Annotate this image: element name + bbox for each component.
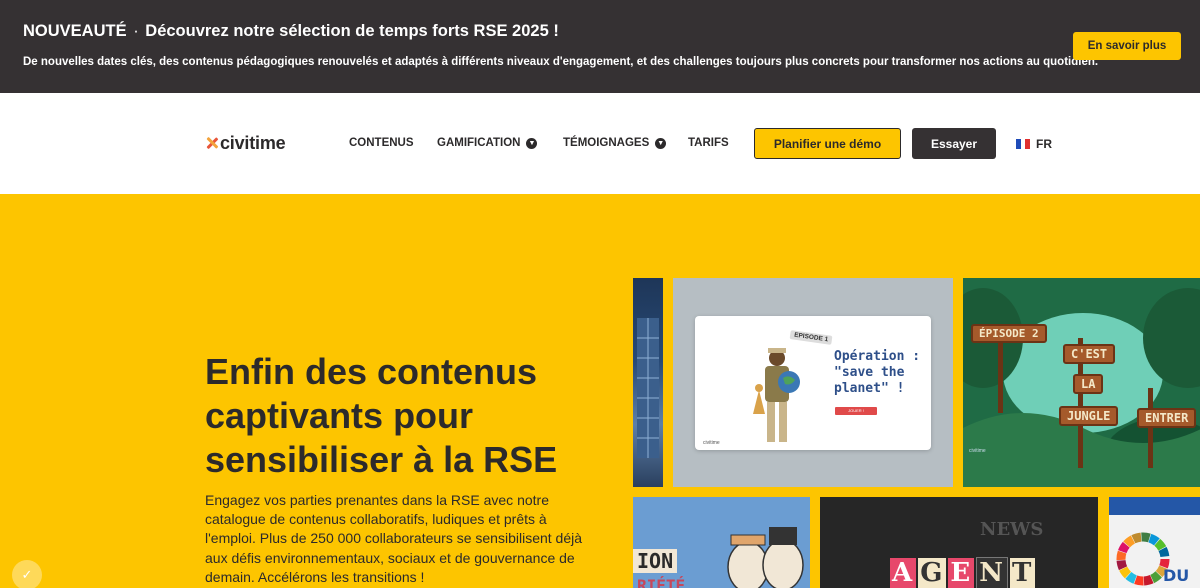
jungle-sign: LA xyxy=(1073,374,1104,394)
nav-item-tarifs[interactable]: TARIFS xyxy=(688,137,729,149)
announcement-description: De nouvelles dates clés, des contenus pé… xyxy=(23,56,1099,68)
jungle-tile[interactable]: ÉPISODE 2 C'EST LA JUNGLE ENTRER civitim… xyxy=(963,278,1200,487)
language-label: FR xyxy=(1036,137,1052,151)
announcement-headline: Découvrez notre sélection de temps forts… xyxy=(145,22,559,40)
hero-title: Enfin des contenus captivants pour sensi… xyxy=(205,350,625,482)
agent-letter: G xyxy=(918,558,947,588)
language-selector[interactable]: FR xyxy=(1016,137,1052,151)
hero-text-line: demain. Accélérons les transitions ! xyxy=(205,568,425,585)
hero-text-line: Engagez vos parties prenantes dans la RS… xyxy=(205,492,549,508)
building-illustration xyxy=(637,318,659,458)
agent-letter: N xyxy=(976,557,1008,588)
logo-cross-icon xyxy=(205,136,219,150)
nav-item-gamification[interactable]: GAMIFICATION ▼ xyxy=(437,137,538,149)
nav-item-label: TÉMOIGNAGES xyxy=(563,137,650,149)
navbar: civitime CONTENUS GAMIFICATION ▼ TÉMOIGN… xyxy=(0,93,1200,194)
nav-item-label: CONTENUS xyxy=(349,137,414,149)
nav-item-contenus[interactable]: CONTENUS xyxy=(349,137,414,149)
logo-text: civitime xyxy=(220,132,286,153)
try-button[interactable]: Essayer xyxy=(912,128,996,159)
enter-sign: ENTRER xyxy=(1137,408,1197,428)
game-title: Opération : "save the planet" ! xyxy=(834,349,921,396)
chevron-down-icon: ▼ xyxy=(655,137,667,149)
civitime-logo[interactable]: civitime xyxy=(205,131,286,155)
sdg-tile[interactable]: DU D xyxy=(1109,497,1200,588)
chevron-down-icon: ▼ xyxy=(526,137,538,149)
save-the-planet-tile[interactable]: EPISODE 1 Opération : "save the planet" … xyxy=(673,278,953,487)
announcement-title: NOUVEAUTÉ · Découvrez notre sélection de… xyxy=(23,22,559,41)
hero-text-line: catalogue de contenus collaboratifs, lud… xyxy=(205,511,547,528)
hero-title-line: sensibiliser à la RSE xyxy=(205,439,558,480)
societe-tile[interactable]: ION RIÉTÉ xyxy=(633,497,810,588)
agent-letter: A xyxy=(890,558,917,588)
learn-more-button[interactable]: En savoir plus xyxy=(1073,32,1181,60)
accessibility-check-icon[interactable]: ✓ xyxy=(12,560,42,588)
hero-text-line: aux défis environnementaux, sociaux et d… xyxy=(205,549,575,566)
episode-tag: EPISODE 1 xyxy=(789,330,833,345)
agent-letter: T xyxy=(1010,558,1036,588)
hero-description: Engagez vos parties prenantes dans la RS… xyxy=(205,491,585,587)
nav-item-label: GAMIFICATION xyxy=(437,137,521,149)
hero-text-line: l'emploi. Plus de 250 000 collaborateurs… xyxy=(205,530,583,547)
play-button: JOUER ! xyxy=(835,407,877,415)
schedule-demo-button[interactable]: Planifier une démo xyxy=(754,128,901,159)
slide-brand: civitime xyxy=(703,440,720,446)
nav-item-label: TARIFS xyxy=(688,137,729,149)
nav-item-temoignages[interactable]: TÉMOIGNAGES ▼ xyxy=(563,137,667,149)
tile-text: ION xyxy=(633,549,678,573)
game-slide: EPISODE 1 Opération : "save the planet" … xyxy=(695,316,931,450)
agent-title: AGENT xyxy=(890,557,1037,588)
tile-text: RIÉTÉ xyxy=(637,576,686,588)
agent-tile[interactable]: NEWS AGENT xyxy=(820,497,1098,588)
announcement-bar: NOUVEAUTÉ · Découvrez notre sélection de… xyxy=(0,0,1200,93)
explorer-illustration xyxy=(753,348,800,442)
building-tile[interactable] xyxy=(633,278,663,487)
tile-text: DU D xyxy=(1163,566,1190,588)
news-text: NEWS xyxy=(980,519,1044,540)
episode-sign: ÉPISODE 2 xyxy=(971,324,1047,343)
france-flag-icon xyxy=(1016,139,1031,149)
slide-brand: civitime xyxy=(969,448,986,454)
hero-title-line: Enfin des contenus xyxy=(205,351,538,392)
jungle-sign: C'EST xyxy=(1063,344,1116,364)
announcement-prefix: NOUVEAUTÉ xyxy=(23,22,127,40)
hero-title-line: captivants pour xyxy=(205,395,474,436)
characters-illustration xyxy=(633,497,810,588)
jungle-sign: JUNGLE xyxy=(1059,406,1119,426)
announcement-separator: · xyxy=(133,22,139,40)
agent-letter: E xyxy=(948,558,975,588)
tile-band xyxy=(1109,497,1200,515)
